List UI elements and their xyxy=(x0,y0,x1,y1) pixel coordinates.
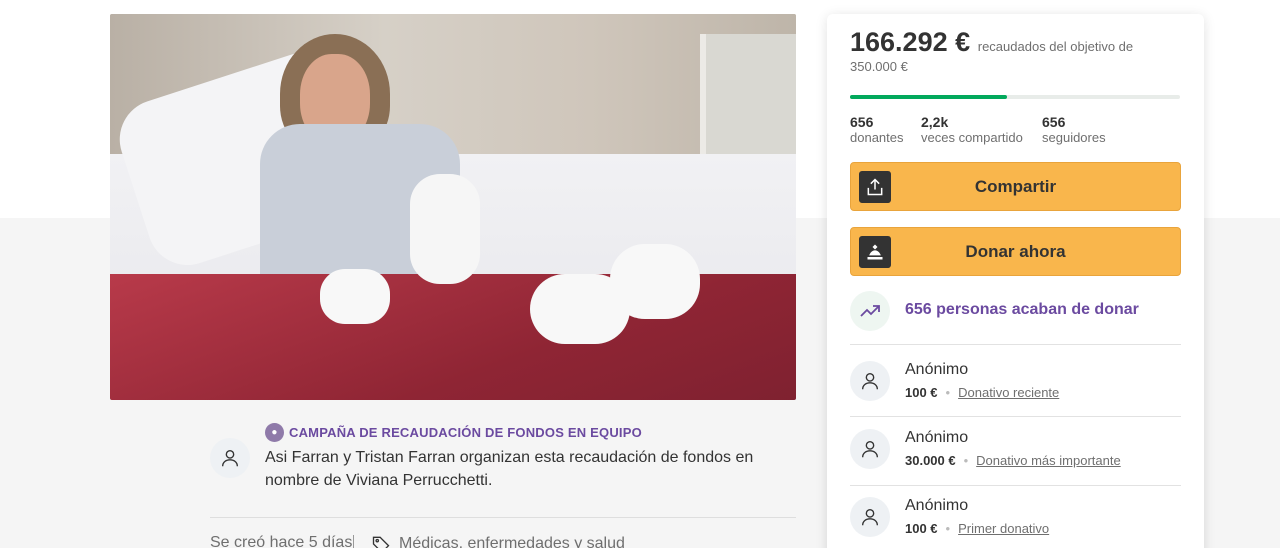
donate-button[interactable]: Donar ahora xyxy=(850,227,1181,276)
divider xyxy=(850,416,1181,417)
category-label: Médicas, enfermedades y salud xyxy=(399,535,625,548)
stat-donors[interactable]: 656 donantes xyxy=(850,114,904,146)
stat-label: donantes xyxy=(850,130,904,145)
donation-tag[interactable]: Donativo reciente xyxy=(958,385,1059,400)
donation-amount: 100 € xyxy=(905,521,938,536)
donate-label: Donar ahora xyxy=(965,241,1066,261)
raised-summary: 166.292 € recaudados del objetivo de 350… xyxy=(850,29,1180,77)
donation-item: Anónimo 100 € • Donativo reciente xyxy=(850,361,1181,429)
stat-value: 656 xyxy=(1042,114,1066,130)
donate-icon xyxy=(859,236,891,268)
donor-avatar-icon xyxy=(850,429,890,469)
campaign-photo[interactable] xyxy=(110,14,796,400)
stat-label: seguidores xyxy=(1042,130,1106,145)
recent-donors-text: 656 personas acaban de donar xyxy=(905,301,1139,318)
organizer-avatar-icon xyxy=(210,438,250,478)
divider xyxy=(210,517,796,518)
donation-item: Anónimo 30.000 € • Donativo más importante xyxy=(850,429,1181,497)
team-icon: ● xyxy=(265,423,284,442)
donation-tag[interactable]: Primer donativo xyxy=(958,521,1049,536)
donor-name: Anónimo xyxy=(905,497,969,514)
organizer-text: Asi Farran y Tristan Farran organizan es… xyxy=(265,449,754,489)
donation-meta: 30.000 € • Donativo más importante xyxy=(905,453,1121,468)
donation-meta: 100 € • Primer donativo xyxy=(905,521,1050,536)
share-button[interactable]: Compartir xyxy=(850,162,1181,211)
donation-amount: 30.000 € xyxy=(905,453,956,468)
trending-icon xyxy=(850,291,890,331)
divider xyxy=(850,485,1181,486)
progress-fill xyxy=(850,95,1007,99)
donation-item: Anónimo 100 € • Primer donativo xyxy=(850,497,1181,548)
donor-name: Anónimo xyxy=(905,361,969,378)
progress-bar xyxy=(850,95,1180,99)
donation-amount: 100 € xyxy=(905,385,938,400)
donor-name: Anónimo xyxy=(905,429,969,446)
stat-value: 2,2k xyxy=(921,114,949,130)
divider xyxy=(850,344,1181,345)
campaign-type-label: CAMPAÑA DE RECAUDACIÓN DE FONDOS EN EQUI… xyxy=(289,425,642,440)
separator xyxy=(353,535,354,548)
stat-value: 656 xyxy=(850,114,874,130)
share-icon xyxy=(859,171,891,203)
stat-shares[interactable]: 2,2k veces compartido xyxy=(921,114,1023,146)
share-label: Compartir xyxy=(974,176,1057,196)
donor-avatar-icon xyxy=(850,497,890,537)
category-link[interactable]: Médicas, enfermedades y salud xyxy=(371,534,625,548)
stat-followers[interactable]: 656 seguidores xyxy=(1042,114,1106,146)
stat-label: veces compartido xyxy=(921,130,1023,145)
donor-avatar-icon xyxy=(850,361,890,401)
campaign-type-badge: ● CAMPAÑA DE RECAUDACIÓN DE FONDOS EN EQ… xyxy=(265,423,642,442)
created-date: Se creó hace 5 días xyxy=(210,534,353,548)
donation-meta: 100 € • Donativo reciente xyxy=(905,385,1060,400)
tag-icon xyxy=(372,536,390,548)
donation-tag[interactable]: Donativo más importante xyxy=(976,453,1121,468)
raised-amount: 166.292 € xyxy=(850,27,971,57)
